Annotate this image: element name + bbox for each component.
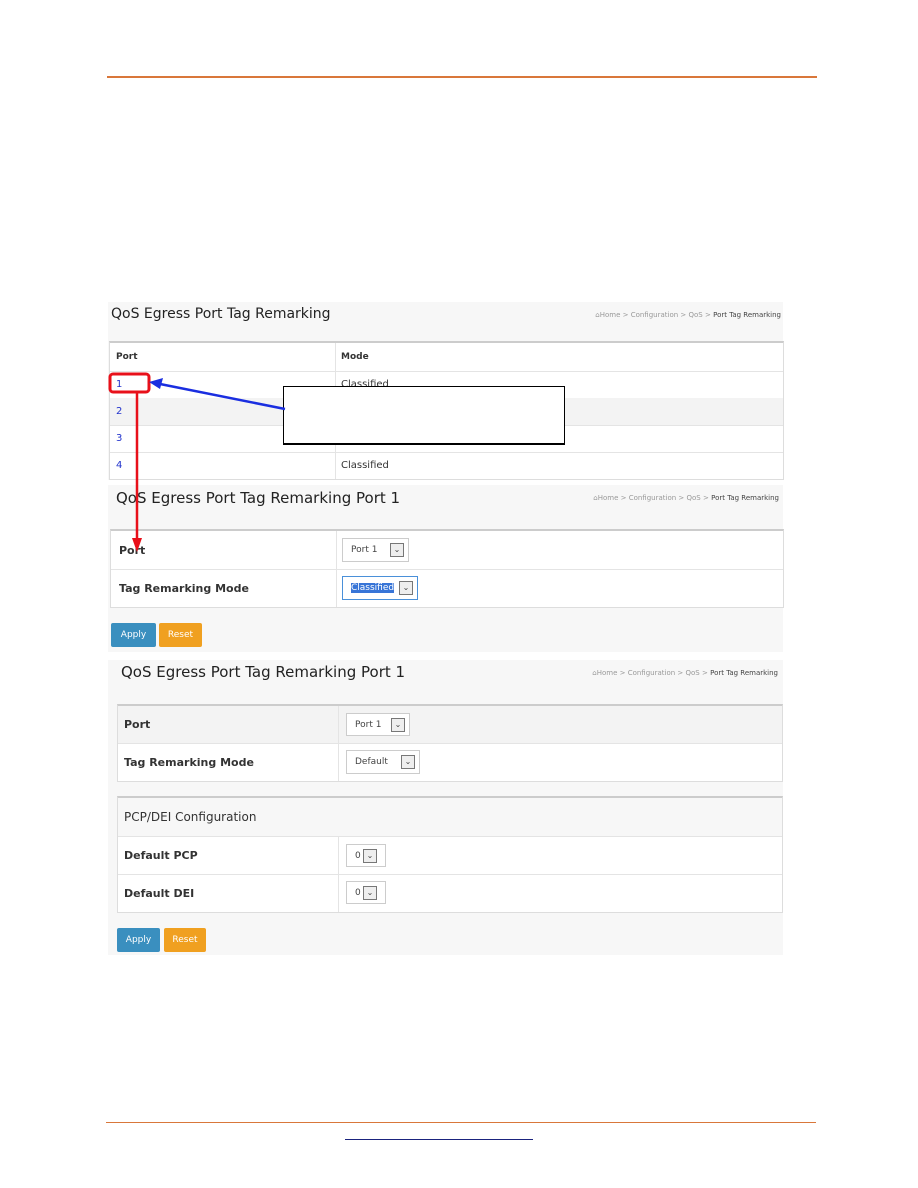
- blue-arrow-line: [159, 382, 286, 411]
- blue-arrow-head: [149, 378, 163, 389]
- annotation-arrows: [108, 372, 286, 552]
- page: QoS Egress Port Tag Remarking ⌂Home > Co…: [0, 0, 918, 1188]
- highlight-rectangle: [108, 372, 151, 394]
- footer-link[interactable]: [345, 1139, 533, 1140]
- red-arrow-head: [132, 538, 142, 552]
- footer-rule: [106, 1122, 816, 1123]
